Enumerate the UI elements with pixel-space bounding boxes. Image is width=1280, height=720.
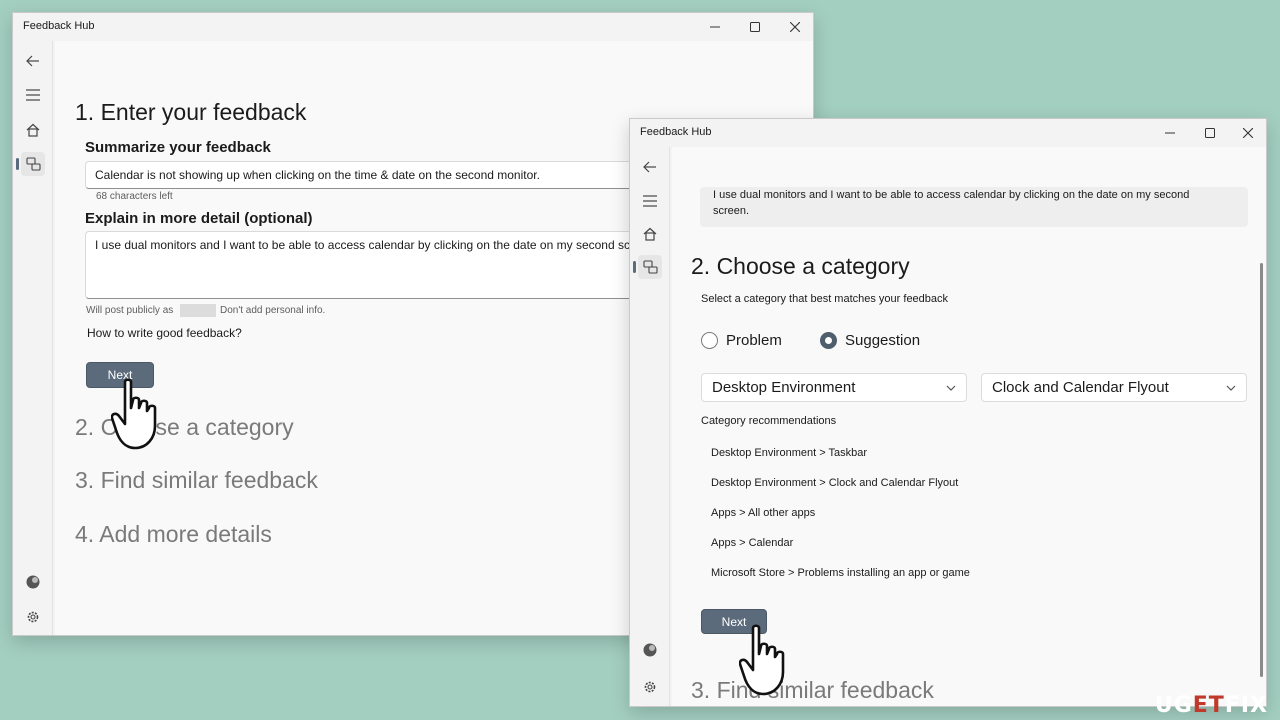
hamburger-menu-icon xyxy=(643,195,657,207)
how-to-write-link[interactable]: How to write good feedback? xyxy=(87,326,242,340)
title-bar: Feedback Hub xyxy=(630,119,1266,147)
step4-heading: 4. Add more details xyxy=(75,521,272,547)
back-button[interactable] xyxy=(638,155,662,179)
feedback-hub-window-front: Feedback Hub I use dual monitors and I w… xyxy=(629,118,1267,707)
maximize-button[interactable] xyxy=(1190,119,1230,147)
watermark-part2: ET xyxy=(1192,693,1225,718)
feedback-icon xyxy=(642,260,658,274)
detail-textarea[interactable]: I use dual monitors and I want to be abl… xyxy=(85,231,645,299)
close-icon xyxy=(790,22,800,32)
minimize-icon xyxy=(1165,132,1175,134)
pointing-hand-cursor-icon xyxy=(111,378,157,450)
chevron-down-icon xyxy=(946,385,956,391)
feedback-icon xyxy=(25,157,41,171)
close-button[interactable] xyxy=(775,13,813,41)
recommendation-item[interactable]: Desktop Environment > Clock and Calendar… xyxy=(711,477,958,489)
minimize-button[interactable] xyxy=(695,13,735,41)
menu-button[interactable] xyxy=(21,83,45,107)
radio-problem[interactable]: Problem xyxy=(701,332,782,349)
step3-heading: 3. Find similar feedback xyxy=(691,677,934,703)
minimize-button[interactable] xyxy=(1150,119,1190,147)
maximize-button[interactable] xyxy=(735,13,775,41)
watermark-part3: FIX xyxy=(1224,693,1268,718)
detail-line-1: I use dual monitors and I want to be abl… xyxy=(713,189,1190,201)
back-arrow-icon xyxy=(643,161,656,173)
settings-button[interactable] xyxy=(21,605,45,629)
step3-heading: 3. Find similar feedback xyxy=(75,467,318,493)
recommendation-item[interactable]: Apps > Calendar xyxy=(711,537,793,549)
radio-suggestion-indicator xyxy=(820,332,837,349)
radio-problem-indicator xyxy=(701,332,718,349)
close-button[interactable] xyxy=(1228,119,1266,147)
detail-line-2: screen. xyxy=(713,205,750,217)
nav-rail xyxy=(13,41,53,635)
category-recommendations-label: Category recommendations xyxy=(701,415,837,427)
window-title: Feedback Hub xyxy=(23,20,95,32)
select-category-prompt: Select a category that best matches your… xyxy=(701,293,949,305)
detail-label: Explain in more detail (optional) xyxy=(85,210,313,227)
summarize-label: Summarize your feedback xyxy=(85,139,271,156)
characters-left: 68 characters left xyxy=(96,191,173,202)
subcategory-dropdown[interactable]: Clock and Calendar Flyout xyxy=(981,373,1247,402)
back-button[interactable] xyxy=(21,49,45,73)
nav-rail xyxy=(630,147,670,706)
category-dropdown-value: Desktop Environment xyxy=(712,379,856,396)
home-icon xyxy=(26,123,40,137)
avatar-icon xyxy=(26,575,40,589)
hamburger-menu-icon xyxy=(26,89,40,101)
radio-suggestion[interactable]: Suggestion xyxy=(820,332,920,349)
detail-textbox-scrolled[interactable]: I use dual monitors and I want to be abl… xyxy=(700,187,1248,227)
main-content: I use dual monitors and I want to be abl… xyxy=(672,147,1266,706)
account-button[interactable] xyxy=(638,638,662,662)
recommendation-item[interactable]: Microsoft Store > Problems installing an… xyxy=(711,567,970,579)
summary-input[interactable]: Calendar is not showing up when clicking… xyxy=(85,161,645,189)
minimize-icon xyxy=(710,26,720,28)
window-title: Feedback Hub xyxy=(640,126,712,138)
feedback-nav-button[interactable] xyxy=(633,255,662,279)
step2-heading: 2. Choose a category xyxy=(75,414,294,440)
account-button[interactable] xyxy=(21,570,45,594)
close-icon xyxy=(1243,128,1253,138)
pointing-hand-cursor-icon xyxy=(739,624,785,696)
home-icon xyxy=(643,227,657,241)
category-dropdown[interactable]: Desktop Environment xyxy=(701,373,967,402)
step2-heading: 2. Choose a category xyxy=(691,253,910,279)
maximize-icon xyxy=(750,22,760,32)
maximize-icon xyxy=(1205,128,1215,138)
watermark-logo: UGETFIX xyxy=(1155,693,1268,718)
home-nav-button[interactable] xyxy=(21,118,45,142)
recommendation-item[interactable]: Apps > All other apps xyxy=(711,507,815,519)
back-arrow-icon xyxy=(26,55,39,67)
settings-gear-icon xyxy=(27,611,39,623)
redacted-username xyxy=(180,304,216,317)
title-bar: Feedback Hub xyxy=(13,13,813,41)
home-nav-button[interactable] xyxy=(638,222,662,246)
watermark-part1: UG xyxy=(1154,693,1193,718)
feedback-nav-button[interactable] xyxy=(16,152,45,176)
post-publicly-suffix: Don't add personal info. xyxy=(220,305,326,316)
settings-button[interactable] xyxy=(638,675,662,699)
radio-problem-label: Problem xyxy=(726,332,782,349)
chevron-down-icon xyxy=(1226,385,1236,391)
step1-heading: 1. Enter your feedback xyxy=(75,99,307,125)
recommendation-item[interactable]: Desktop Environment > Taskbar xyxy=(711,447,867,459)
menu-button[interactable] xyxy=(638,189,662,213)
settings-gear-icon xyxy=(644,681,656,693)
post-publicly-prefix: Will post publicly as xyxy=(86,305,174,316)
avatar-icon xyxy=(643,643,657,657)
radio-suggestion-label: Suggestion xyxy=(845,332,921,349)
subcategory-dropdown-value: Clock and Calendar Flyout xyxy=(992,379,1169,396)
scrollbar[interactable] xyxy=(1260,263,1263,677)
